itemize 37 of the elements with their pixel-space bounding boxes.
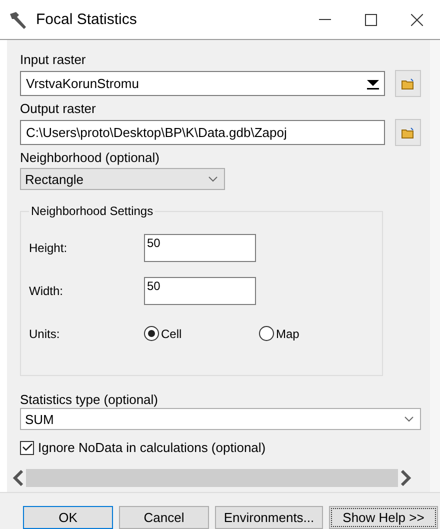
field-label: Neighborhood (optional) [20,150,160,166]
group-title: Neighborhood Settings [30,204,154,218]
dialog-button[interactable]: Environments... [215,506,323,529]
field-label: Units: [29,326,61,340]
neighborhood-dropdown[interactable]: Rectangle [20,168,225,190]
dialog-button[interactable]: Show Help >> [329,506,438,529]
browse-button[interactable] [395,70,421,97]
radio-option[interactable]: Cell [144,326,259,341]
statistics-dropdown[interactable]: SUM [20,408,421,430]
check-icon [22,443,32,452]
close-icon[interactable] [411,14,423,26]
field-label: Height: [29,240,68,254]
chevron-down-icon [208,176,218,182]
input-field[interactable]: C:\Users\proto\Desktop\BP\K\Data.gdb\Zapoj [20,120,385,145]
field-label: Output raster [20,101,97,117]
scroll-right-icon[interactable] [400,470,412,486]
combo-box[interactable]: VrstvaKorunStromu [20,71,385,96]
chevron-down-icon [404,416,414,422]
input-field[interactable]: 50 [144,234,256,262]
field-label: Width: [29,284,64,298]
field-label: Statistics type (optional) [20,392,160,408]
dialog-button[interactable]: OK [23,506,113,529]
radio-option[interactable]: Map [259,326,374,341]
folder-icon [401,126,415,138]
folder-icon [401,78,415,90]
scroll-bar[interactable] [26,469,398,487]
input-field[interactable]: 50 [144,276,256,304]
field-label: Input raster [20,52,87,68]
window-title: Focal Statistics [36,11,138,28]
hammer-icon [8,10,28,28]
maximize-icon[interactable] [365,14,377,26]
ignore-nodata-checkbox[interactable]: Ignore NoData in calculations (optional) [20,440,430,455]
minimize-icon[interactable] [319,18,331,20]
dialog-button[interactable]: Cancel [119,506,209,529]
browse-button[interactable] [395,119,421,146]
dropdown-arrow-icon [366,78,380,90]
scroll-left-icon[interactable] [12,470,24,486]
